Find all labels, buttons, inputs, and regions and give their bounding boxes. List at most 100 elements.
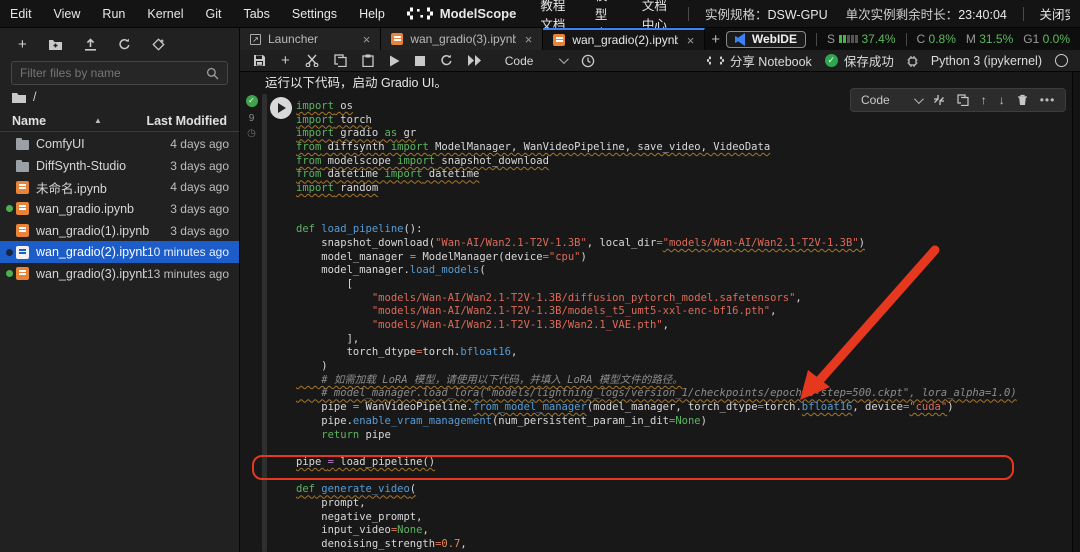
restart-kernel-button[interactable] xyxy=(440,54,453,67)
menu-help[interactable]: Help xyxy=(359,7,385,21)
file-list-header: Name▲ Last Modified xyxy=(0,110,239,132)
markdown-cell-text[interactable]: 运行以下代码，启动 Gradio UI。 xyxy=(265,72,447,91)
code-line: def load_pipeline(): xyxy=(296,223,1070,237)
cell-toolbar: Code ↑ ↓ ••• xyxy=(850,88,1066,112)
new-folder-icon[interactable] xyxy=(48,38,63,51)
kernel-dot xyxy=(6,205,13,212)
upload-icon[interactable] xyxy=(84,38,97,51)
file-row[interactable]: 未命名.ipynb4 days ago xyxy=(0,176,239,198)
save-button[interactable] xyxy=(253,54,266,67)
run-cell-button[interactable] xyxy=(389,55,400,67)
timer-icon: ◷ xyxy=(243,128,260,139)
code-line: from diffsynth import ModelManager, WanV… xyxy=(296,141,1070,155)
refresh-icon[interactable] xyxy=(118,38,131,51)
code-line: snapshot_download("Wan-AI/Wan2.1-T2V-1.3… xyxy=(296,237,1070,251)
gauge-icon xyxy=(839,35,858,43)
metric-storage: S37.4% xyxy=(827,32,896,46)
breadcrumb[interactable]: / xyxy=(12,90,36,104)
execution-count: 9 xyxy=(243,113,260,124)
kernel-status-icon[interactable] xyxy=(1055,54,1068,67)
breadcrumb-root[interactable]: / xyxy=(33,90,36,104)
duplicate-cell-icon[interactable] xyxy=(957,94,969,106)
filter-files-box xyxy=(11,61,228,85)
new-tab-button[interactable]: + xyxy=(705,28,726,50)
code-line: ], xyxy=(296,333,1070,347)
close-instance-button[interactable]: 关闭实例 xyxy=(1039,4,1070,23)
scrollbar[interactable] xyxy=(1072,72,1080,552)
code-line: import torch xyxy=(296,114,1070,128)
menu-tabs[interactable]: Tabs xyxy=(243,7,269,21)
file-row[interactable]: wan_gradio.ipynb3 days ago xyxy=(0,198,239,220)
cut-cells-button[interactable] xyxy=(305,54,319,67)
new-launcher-button[interactable]: + xyxy=(18,36,27,53)
file-modified: 4 days ago xyxy=(170,137,229,151)
menu-kernel[interactable]: Kernel xyxy=(147,7,183,21)
column-name[interactable]: Name▲ xyxy=(12,114,146,128)
divider xyxy=(1023,7,1024,21)
paste-cells-button[interactable] xyxy=(362,54,374,67)
file-browser-toolbar: + xyxy=(0,28,239,54)
file-row[interactable]: DiffSynth-Studio3 days ago xyxy=(0,155,239,177)
notebook-icon xyxy=(16,267,29,280)
app-window: Edit View Run Kernel Git Tabs Settings H… xyxy=(0,0,1080,552)
notebook-icon xyxy=(16,202,29,215)
menu-settings[interactable]: Settings xyxy=(292,7,337,21)
cell-type-select[interactable]: Code xyxy=(505,54,567,68)
menu-view[interactable]: View xyxy=(54,7,81,21)
file-modified: 13 minutes ago xyxy=(147,267,229,281)
code-line: denoising_strength=0.7, xyxy=(296,538,1070,552)
tag-icon[interactable] xyxy=(152,38,165,51)
resource-monitor-icon[interactable] xyxy=(907,55,918,67)
tab-wan-gradio-3[interactable]: wan_gradio(3).ipynb × xyxy=(381,28,543,50)
move-cell-up-icon[interactable]: ↑ xyxy=(981,93,987,107)
stop-kernel-button[interactable] xyxy=(415,56,425,66)
code-line: [ xyxy=(296,278,1070,292)
webide-logo-icon xyxy=(735,33,746,46)
filter-files-input[interactable] xyxy=(20,66,206,80)
code-line: def generate_video( xyxy=(296,483,1070,497)
add-cell-button[interactable]: + xyxy=(281,52,290,69)
file-row[interactable]: wan_gradio(2).ipynb10 minutes ago xyxy=(0,241,239,263)
resource-metrics: WebIDE S37.4% C 0.8% M 31.5% G1 0.0% xyxy=(726,28,1080,50)
code-line xyxy=(296,196,1070,210)
run-this-cell-button[interactable] xyxy=(270,97,292,119)
file-row[interactable]: wan_gradio(1).ipynb3 days ago xyxy=(0,220,239,242)
kernel-dot xyxy=(6,270,13,277)
file-row[interactable]: wan_gradio(3).ipynb13 minutes ago xyxy=(0,263,239,285)
file-row[interactable]: ComfyUI4 days ago xyxy=(0,133,239,155)
code-line: model_manager.load_models( xyxy=(296,264,1070,278)
execution-time-icon[interactable] xyxy=(581,54,595,68)
restart-run-all-button[interactable] xyxy=(468,55,482,66)
tab-launcher[interactable]: ↗ Launcher × xyxy=(240,28,381,50)
move-cell-down-icon[interactable]: ↓ xyxy=(999,93,1005,107)
menubar: Edit View Run Kernel Git Tabs Settings H… xyxy=(0,0,1080,28)
menu-edit[interactable]: Edit xyxy=(10,7,32,21)
folder-icon xyxy=(16,140,29,150)
cell-collapser[interactable] xyxy=(262,94,267,552)
code-lines[interactable]: import osimport torchimport gradio as gr… xyxy=(296,100,1070,552)
menu-run[interactable]: Run xyxy=(102,7,125,21)
code-line: pipe = WanVideoPipeline.from_model_manag… xyxy=(296,401,1070,415)
brand-text: ModelScope xyxy=(440,6,517,21)
column-last-modified[interactable]: Last Modified xyxy=(146,114,227,128)
share-notebook-button[interactable]: 分享 Notebook xyxy=(707,51,812,70)
notebook-icon xyxy=(16,181,29,194)
metric-gpu: G1 0.0% xyxy=(1023,32,1070,46)
tab-wan-gradio-2[interactable]: wan_gradio(2).ipynb × xyxy=(543,28,705,50)
folder-icon xyxy=(16,162,29,172)
chevron-down-icon xyxy=(559,54,569,64)
close-icon[interactable]: × xyxy=(523,32,535,47)
cell-mode-select[interactable]: Code xyxy=(861,93,921,107)
collapse-icon[interactable] xyxy=(933,94,945,106)
menu-git[interactable]: Git xyxy=(206,7,222,21)
file-modified: 10 minutes ago xyxy=(147,245,229,259)
close-icon[interactable]: × xyxy=(685,33,697,48)
file-name: 未命名.ipynb xyxy=(36,178,170,197)
close-icon[interactable]: × xyxy=(361,32,373,47)
more-actions-icon[interactable]: ••• xyxy=(1040,93,1056,107)
webide-button[interactable]: WebIDE xyxy=(726,31,806,48)
kernel-name[interactable]: Python 3 (ipykernel) xyxy=(931,54,1042,68)
instance-spec: 实例规格：DSW-GPU xyxy=(705,4,828,23)
delete-cell-icon[interactable] xyxy=(1017,94,1028,106)
copy-cells-button[interactable] xyxy=(334,54,347,67)
